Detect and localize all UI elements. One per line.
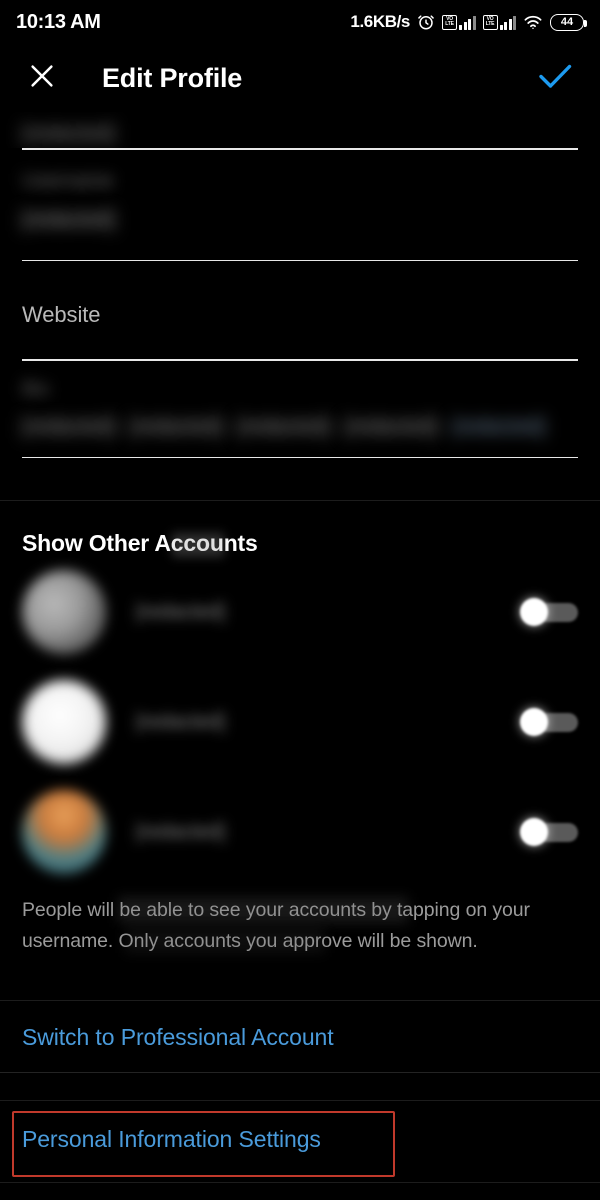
username-field-label: Username	[22, 169, 114, 192]
sim2-signal-group: VO LTE	[482, 14, 516, 30]
toggle-knob	[520, 708, 548, 736]
account-visibility-toggle[interactable]	[520, 818, 578, 846]
section-title-show-other-accounts: Show Other Accounts	[0, 501, 600, 557]
toggle-knob	[520, 598, 548, 626]
account-visibility-toggle[interactable]	[520, 598, 578, 626]
volte-badge-sim2: VO LTE	[482, 14, 498, 30]
status-time: 10:13 AM	[16, 10, 101, 33]
bio-segment-tagged: [redacted]	[451, 414, 546, 438]
battery-level-text: 44	[560, 16, 574, 28]
website-field-label: Website	[22, 302, 101, 327]
volte-label-bottom: LTE	[445, 21, 454, 27]
network-speed-indicator: 1.6KB/s	[350, 12, 410, 31]
account-row[interactable]: [redacted]	[0, 777, 600, 887]
username-field-value: [redacted]	[22, 207, 115, 231]
volte-badge-sim1: VO LTE	[442, 14, 457, 30]
bio-segment: [redacted]	[129, 414, 223, 438]
close-x-icon	[27, 61, 57, 96]
username-field[interactable]: Username [redacted]	[0, 150, 600, 260]
avatar	[22, 790, 106, 874]
bio-field-value: [redacted] [redacted] [redacted] [redact…	[22, 415, 545, 439]
avatar	[22, 680, 106, 764]
bio-field-label: Bio	[22, 378, 50, 400]
website-field[interactable]: Website	[0, 261, 600, 359]
battery-indicator: 44	[550, 13, 587, 31]
name-field[interactable]: [redacted]	[0, 112, 600, 148]
personal-information-settings-link[interactable]: Personal Information Settings	[0, 1101, 600, 1177]
profile-form: [redacted] Username [redacted] Website B…	[0, 112, 600, 458]
personal-information-settings-label: Personal Information Settings	[22, 1125, 321, 1152]
name-field-value: [redacted]	[22, 122, 115, 145]
account-visibility-toggle[interactable]	[520, 708, 578, 736]
bio-segment: [redacted]	[236, 414, 331, 438]
account-row[interactable]: [redacted]	[0, 667, 600, 777]
checkmark-icon	[535, 59, 575, 98]
confirm-save-button[interactable]	[532, 55, 578, 101]
blur-smudge	[125, 929, 325, 953]
signal-bars-sim1	[459, 15, 476, 30]
switch-to-professional-account-link[interactable]: Switch to Professional Account	[0, 1001, 600, 1073]
sim1-signal-group: VO LTE	[442, 14, 476, 30]
account-row[interactable]: [redacted]	[0, 557, 600, 667]
account-username: [redacted]	[136, 600, 225, 623]
avatar	[22, 570, 106, 654]
bio-segment: [redacted]	[344, 414, 438, 438]
signal-bars-sim2	[499, 15, 516, 30]
account-username: [redacted]	[136, 710, 225, 733]
volte-label-bottom: LTE	[485, 21, 495, 27]
bio-field-underline	[22, 456, 578, 458]
accounts-help-text: People will be able to see your accounts…	[0, 887, 600, 957]
status-icons-group: 1.6KB/s VO LTE VO LTE 44	[350, 12, 587, 32]
close-button[interactable]	[22, 58, 62, 98]
account-username: [redacted]	[136, 820, 225, 843]
bio-field[interactable]: Bio [redacted] [redacted] [redacted] [re…	[0, 361, 600, 457]
blur-smudge	[172, 533, 224, 557]
switch-to-professional-account-label: Switch to Professional Account	[22, 1023, 334, 1050]
alarm-clock-icon	[417, 13, 435, 31]
section-divider-mid	[0, 1072, 600, 1073]
wifi-icon	[523, 14, 543, 30]
section-divider-personal-info-bottom	[0, 1182, 600, 1183]
page-title: Edit Profile	[102, 62, 243, 93]
app-bar: Edit Profile	[0, 44, 600, 112]
show-other-accounts-section: Show Other Accounts [redacted] [redacted…	[0, 501, 600, 957]
blur-smudge	[118, 897, 408, 923]
bio-segment: [redacted]	[22, 414, 116, 438]
toggle-knob	[520, 818, 548, 846]
status-bar: 10:13 AM 1.6KB/s VO LTE VO LTE 44	[0, 0, 600, 44]
